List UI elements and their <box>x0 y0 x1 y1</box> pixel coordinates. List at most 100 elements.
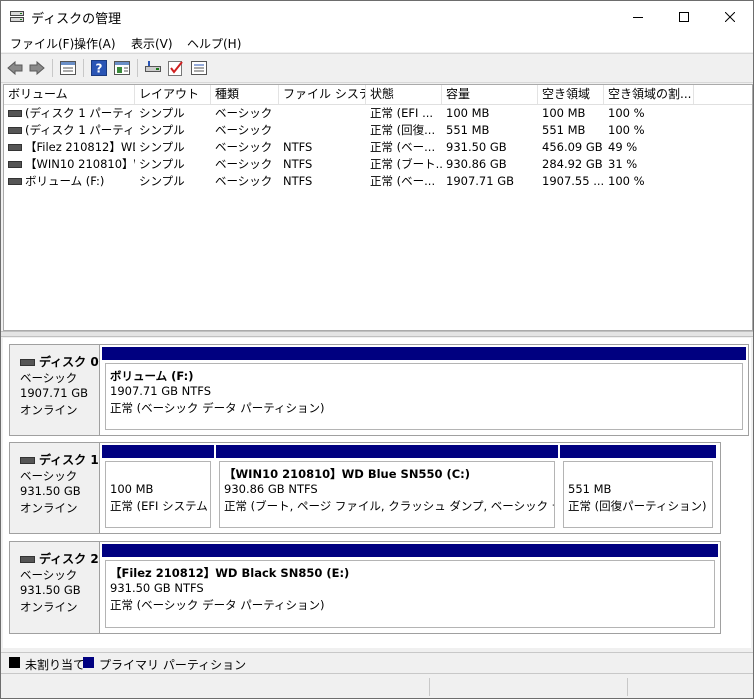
maximize-button[interactable] <box>661 1 707 32</box>
forward-button[interactable] <box>28 59 46 76</box>
partition-body: ボリューム (F:) 1907.71 GB NTFS 正常 (ベーシック データ… <box>105 363 743 430</box>
filesystem-cell: NTFS <box>283 174 313 188</box>
list-view-button[interactable] <box>190 59 208 76</box>
volume-row[interactable]: 【Filez 210812】WD ... シンプル ベーシック NTFS 正常 … <box>4 139 752 156</box>
volume-icon <box>8 161 22 168</box>
filesystem-cell <box>283 122 366 139</box>
menu-view[interactable]: 表示(V) <box>131 35 173 52</box>
type-cell: ベーシック <box>215 140 273 154</box>
volume-row[interactable]: ボリューム (F:) シンプル ベーシック NTFS 正常 (ベー... 190… <box>4 173 752 190</box>
minimize-button[interactable] <box>615 1 661 32</box>
volume-name: 【WIN10 210810】W... <box>25 157 135 171</box>
help-icon: ? <box>91 59 107 76</box>
back-button[interactable] <box>6 59 24 76</box>
partition-status: 正常 (回復パーティション) <box>568 499 707 513</box>
volume-name-cell: 【WIN10 210810】W... <box>8 156 135 173</box>
check-button[interactable] <box>167 59 185 76</box>
capacity-cell: 551 MB <box>446 123 490 137</box>
legend-primary-swatch <box>83 657 94 668</box>
disk-0-info[interactable]: ディスク 0 ベーシック 1907.71 GB オンライン <box>9 344 105 436</box>
partition-name: 【Filez 210812】WD Black SN850 (E:) <box>110 566 350 580</box>
disk-size: 931.50 GB <box>20 583 81 597</box>
partition-size: 100 MB <box>110 482 154 496</box>
volume-name: ボリューム (F:) <box>25 174 105 188</box>
column-header-free-space[interactable]: 空き領域 <box>538 85 604 104</box>
disk-type: ベーシック <box>20 371 78 385</box>
partition-c[interactable]: 【WIN10 210810】WD Blue SN550 (C:) 930.86 … <box>216 445 558 531</box>
capacity-cell: 931.50 GB <box>446 140 507 154</box>
disk-icon <box>20 359 35 366</box>
column-header-volume[interactable]: ボリューム <box>4 85 135 104</box>
column-header-percent-free[interactable]: 空き領域の割... <box>604 85 694 104</box>
volume-row[interactable]: (ディスク 1 パーティシ... シンプル ベーシック 正常 (EFI ... … <box>4 105 752 122</box>
column-header-capacity[interactable]: 容量 <box>442 85 538 104</box>
disk-2-info[interactable]: ディスク 2 ベーシック 931.50 GB オンライン <box>9 541 105 634</box>
menu-file[interactable]: ファイル(F) <box>10 35 74 52</box>
disk-name: ディスク 2 <box>20 550 99 567</box>
disk-name-label: ディスク 1 <box>39 453 99 467</box>
disk-1-info[interactable]: ディスク 1 ベーシック 931.50 GB オンライン <box>9 442 105 534</box>
properties-button[interactable] <box>59 59 77 76</box>
column-header-layout[interactable]: レイアウト <box>135 85 211 104</box>
status-cell: 正常 (ベー... <box>370 140 436 154</box>
volume-row[interactable]: (ディスク 1 パーティシ... シンプル ベーシック 正常 (回復... 55… <box>4 122 752 139</box>
close-button[interactable] <box>707 1 753 32</box>
volume-icon <box>8 178 22 185</box>
column-header-filesystem[interactable]: ファイル システム <box>279 85 366 104</box>
free-space-cell: 456.09 GB <box>542 140 603 154</box>
type-cell: ベーシック <box>215 123 273 137</box>
disk-icon <box>20 457 35 464</box>
minimize-icon <box>633 16 643 18</box>
help-button[interactable]: ? <box>90 59 108 76</box>
volume-name-cell: (ディスク 1 パーティシ... <box>8 122 135 139</box>
forward-icon <box>29 60 45 75</box>
volume-name-cell: (ディスク 1 パーティシ... <box>8 105 135 122</box>
volume-name-cell: ボリューム (F:) <box>8 173 135 190</box>
pane-splitter[interactable] <box>1 331 753 337</box>
disk-icon <box>20 556 35 563</box>
toolbar-separator <box>137 59 138 77</box>
disk-name: ディスク 0 <box>20 353 99 370</box>
percent-free-cell: 31 % <box>608 157 638 171</box>
volume-name: (ディスク 1 パーティシ... <box>25 106 135 120</box>
column-header-status[interactable]: 状態 <box>366 85 442 104</box>
partition-e[interactable]: 【Filez 210812】WD Black SN850 (E:) 931.50… <box>102 544 718 631</box>
connect-icon <box>145 60 161 72</box>
filesystem-cell: NTFS <box>283 140 313 154</box>
partition-efi[interactable]: 100 MB 正常 (EFI システム パ <box>102 445 214 531</box>
check-icon <box>168 60 183 76</box>
filesystem-cell: NTFS <box>283 157 313 171</box>
column-header-type[interactable]: 種類 <box>211 85 279 104</box>
layout-cell: シンプル <box>139 174 185 188</box>
partition-size: 551 MB <box>568 482 612 496</box>
menu-action[interactable]: 操作(A) <box>74 35 116 52</box>
title-bar: ディスクの管理 <box>1 1 753 32</box>
capacity-cell: 1907.71 GB <box>446 174 515 188</box>
partition-type-bar <box>102 445 214 458</box>
status-cell: 正常 (ベー... <box>370 174 436 188</box>
partition-name: 【WIN10 210810】WD Blue SN550 (C:) <box>224 467 471 481</box>
menu-bar: ファイル(F) 操作(A) 表示(V) ヘルプ(H) <box>1 32 753 52</box>
menu-help[interactable]: ヘルプ(H) <box>187 35 241 52</box>
partition-type-bar <box>216 445 558 458</box>
connect-button[interactable] <box>144 59 162 76</box>
layout-cell: シンプル <box>139 106 185 120</box>
percent-free-cell: 100 % <box>608 174 645 188</box>
partition-type-bar <box>102 544 718 557</box>
show-pane-button[interactable] <box>113 59 131 76</box>
layout-cell: シンプル <box>139 157 185 171</box>
disk-type: ベーシック <box>20 568 78 582</box>
volume-name: (ディスク 1 パーティシ... <box>25 123 135 137</box>
disk-graphical-pane: ディスク 0 ベーシック 1907.71 GB オンライン ボリューム (F:)… <box>3 338 751 648</box>
partition-recovery[interactable]: 551 MB 正常 (回復パーティション) <box>560 445 716 531</box>
type-cell: ベーシック <box>215 174 273 188</box>
partition-status: 正常 (ベーシック データ パーティション) <box>110 401 325 415</box>
free-space-cell: 1907.55 ... <box>542 174 604 188</box>
partition-body: 【Filez 210812】WD Black SN850 (E:) 931.50… <box>105 560 715 628</box>
partition-status: 正常 (EFI システム パ <box>110 499 210 513</box>
volume-row[interactable]: 【WIN10 210810】W... シンプル ベーシック NTFS 正常 (ブ… <box>4 156 752 173</box>
partition-status: 正常 (ブート, ページ ファイル, クラッシュ ダンプ, ベーシック データ … <box>224 499 554 513</box>
volume-list: ボリューム レイアウト 種類 ファイル システム 状態 容量 空き領域 空き領域… <box>3 84 753 331</box>
partition-f[interactable]: ボリューム (F:) 1907.71 GB NTFS 正常 (ベーシック データ… <box>102 347 746 433</box>
volume-list-header: ボリューム レイアウト 種類 ファイル システム 状態 容量 空き領域 空き領域… <box>4 85 752 105</box>
